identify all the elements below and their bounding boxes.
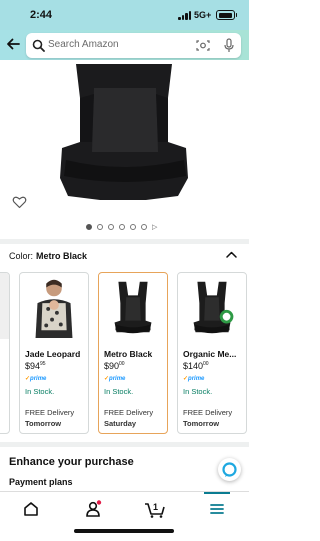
color-option-image [20,273,88,339]
home-indicator [74,529,174,533]
baby-carrier-image [60,64,188,200]
back-icon[interactable] [5,36,21,52]
delivery-label: FREE Delivery [25,408,75,417]
delivery-label: FREE Delivery [183,408,233,417]
carousel-dot[interactable] [97,224,103,230]
color-option-card-selected[interactable]: Metro Black $9000 ✓prime In Stock. FREE … [98,272,168,434]
camera-icon[interactable] [196,39,210,52]
delivery-day: Tomorrow [25,419,62,428]
carousel-dot[interactable] [130,224,136,230]
alexa-icon[interactable] [218,458,241,481]
color-option-name: Jade Leopard [25,349,81,359]
color-option-card[interactable]: Jade Leopard $9495 ✓prime In Stock. FREE… [19,272,89,434]
color-selector-header[interactable]: Color: Metro Black [9,251,87,261]
search-header: Search Amazon [0,30,249,60]
search-input[interactable]: Search Amazon [26,33,241,58]
stock-status: In Stock. [183,387,213,396]
cart-count: 1 [153,502,158,512]
home-icon[interactable] [22,500,40,518]
color-option-card[interactable] [0,272,10,434]
search-placeholder: Search Amazon [48,39,119,50]
color-option-image [178,273,246,339]
signal-icon [178,11,192,20]
network-label: 5G+ [194,10,212,20]
carousel-dot[interactable] [86,224,92,230]
prime-badge: ✓prime [183,376,205,382]
account-icon[interactable] [84,500,102,518]
color-option-image [0,273,9,339]
color-selected-value: Metro Black [36,251,88,261]
search-icon [32,39,45,52]
section-divider [0,239,249,244]
stock-status: In Stock. [25,387,55,396]
prime-badge: ✓prime [104,376,126,382]
video-play-icon[interactable]: ▷ [152,223,157,231]
carousel-dot[interactable] [141,224,147,230]
bottom-tab-bar: 1 [0,491,249,541]
heart-icon[interactable] [12,195,27,209]
status-time: 2:44 [30,9,53,21]
product-image[interactable] [0,60,249,220]
chevron-up-icon[interactable] [226,251,237,258]
active-tab-indicator [204,492,230,494]
color-option-price: $9000 [104,361,125,371]
carousel-dots[interactable]: ▷ [84,224,164,232]
menu-icon[interactable] [208,500,226,518]
payment-plans-heading[interactable]: Payment plans [9,477,73,487]
delivery-label: FREE Delivery [104,408,154,417]
battery-icon [216,10,237,20]
mic-icon[interactable] [224,38,234,53]
color-option-card[interactable]: Organic Me... $14000 ✓prime In Stock. FR… [177,272,247,434]
color-option-name: Metro Black [104,349,153,359]
carousel-dot[interactable] [119,224,125,230]
enhance-purchase-heading: Enhance your purchase [9,456,134,468]
cart-icon[interactable]: 1 [144,500,166,518]
stock-status: In Stock. [104,387,134,396]
color-option-price: $9495 [25,361,46,371]
color-option-name: Organic Me... [183,349,237,359]
color-label: Color: [9,251,34,261]
prime-badge: ✓prime [25,376,47,382]
delivery-day: Tomorrow [183,419,220,428]
carousel-dot[interactable] [108,224,114,230]
color-option-image [99,273,167,339]
color-option-price: $14000 [183,361,209,371]
delivery-day: Saturday [104,419,137,428]
status-bar: 2:44 5G+ [0,0,249,30]
section-divider [0,442,249,447]
